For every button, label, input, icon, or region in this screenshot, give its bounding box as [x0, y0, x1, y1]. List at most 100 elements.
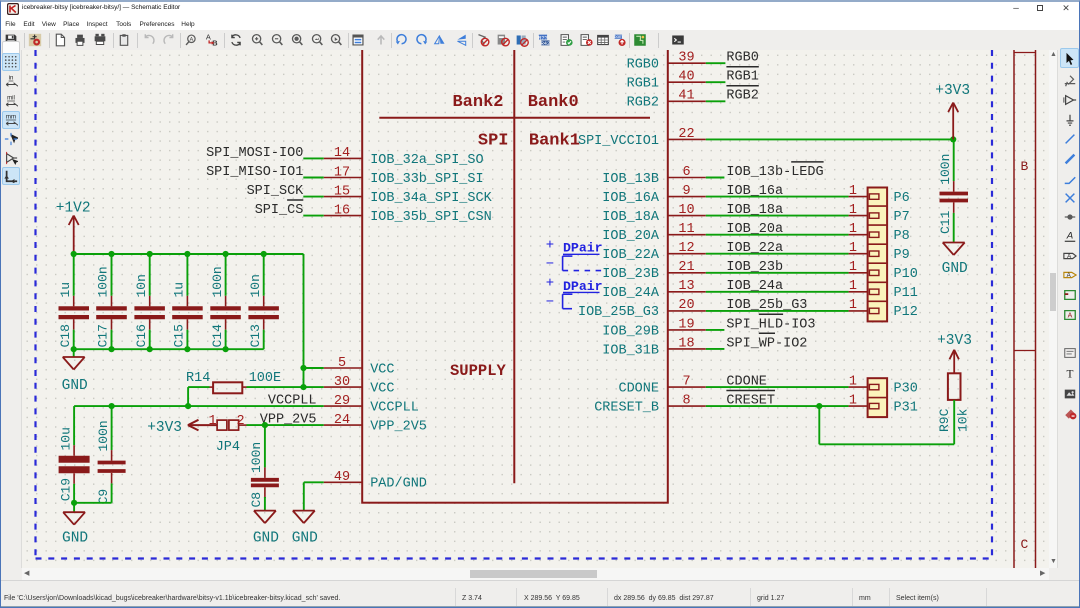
svg-text:RGB0: RGB0 [726, 51, 758, 66]
svg-text:A: A [1067, 313, 1072, 320]
svg-text:DPair: DPair [563, 241, 603, 256]
svg-text:SPI: SPI [478, 132, 509, 151]
svg-text:100n: 100n [96, 266, 111, 297]
svg-text:17: 17 [334, 165, 350, 180]
svg-text:R14: R14 [186, 371, 210, 386]
svg-text:VPP_2V5: VPP_2V5 [260, 413, 317, 428]
svg-text:IOB_22A: IOB_22A [602, 248, 660, 263]
svg-text:1u: 1u [172, 282, 187, 298]
svg-text:RGB1: RGB1 [726, 70, 758, 85]
svg-text:RGB2: RGB2 [726, 89, 758, 104]
svg-text:+: + [546, 276, 554, 292]
svg-text:22: 22 [678, 127, 694, 142]
svg-text:DPair: DPair [563, 279, 603, 294]
svg-text:IOB_18A: IOB_18A [602, 210, 660, 225]
svg-text:15: 15 [334, 184, 350, 199]
svg-text:SPI_MISO-IO1: SPI_MISO-IO1 [206, 165, 303, 180]
svg-text:JP4: JP4 [216, 440, 240, 455]
svg-text:A: A [206, 33, 211, 42]
svg-text:IOB_34a_SPI_SCK: IOB_34a_SPI_SCK [370, 191, 492, 206]
svg-text:P30: P30 [894, 381, 918, 396]
svg-text:1: 1 [849, 374, 857, 389]
svg-text:VCC: VCC [370, 381, 394, 396]
svg-text:R42: R42 [541, 41, 551, 47]
svg-text:CDONE: CDONE [726, 374, 767, 389]
svg-text:+3V3: +3V3 [937, 333, 972, 349]
svg-text:C16: C16 [134, 324, 149, 347]
svg-text:IOB_25b_G3: IOB_25b_G3 [726, 298, 807, 313]
svg-text:P7: P7 [894, 210, 910, 225]
svg-text:mm: mm [6, 114, 16, 121]
svg-text:IOB_32a_SPI_SO: IOB_32a_SPI_SO [370, 153, 483, 168]
svg-text:T: T [1066, 368, 1073, 380]
svg-text:Bank1: Bank1 [529, 132, 580, 151]
svg-text:16: 16 [334, 203, 350, 218]
svg-text:VCC: VCC [370, 362, 394, 377]
svg-text:CRESET_B: CRESET_B [594, 401, 659, 416]
svg-text:A: A [1065, 231, 1072, 242]
svg-text:P10: P10 [894, 267, 918, 282]
svg-text:100n: 100n [210, 266, 225, 297]
svg-text:IOB_29B: IOB_29B [602, 324, 659, 339]
svg-text:IOB_24A: IOB_24A [602, 286, 660, 301]
svg-text:1: 1 [849, 298, 857, 313]
svg-text:Bank2: Bank2 [452, 93, 503, 112]
svg-text:IOB_20A: IOB_20A [602, 229, 660, 244]
svg-text:C18: C18 [58, 324, 73, 347]
svg-text:5: 5 [338, 356, 346, 371]
svg-text:SPI_WP-IO2: SPI_WP-IO2 [726, 336, 807, 351]
svg-text:2: 2 [237, 414, 245, 429]
svg-text:SPI_VCCIO1: SPI_VCCIO1 [578, 134, 659, 149]
svg-text:30: 30 [334, 375, 350, 390]
svg-text:−: − [546, 257, 554, 273]
svg-text:9: 9 [682, 184, 690, 199]
svg-text:SUPPLY: SUPPLY [450, 362, 507, 380]
svg-text:1: 1 [849, 184, 857, 199]
svg-text:VCCPLL: VCCPLL [370, 401, 419, 416]
svg-text:SPI_HLD-IO3: SPI_HLD-IO3 [726, 317, 815, 332]
svg-text:P11: P11 [894, 286, 918, 301]
svg-text:CRESET: CRESET [726, 394, 775, 409]
svg-text:P8: P8 [894, 229, 910, 244]
svg-text:IOB_20a: IOB_20a [726, 222, 783, 237]
svg-text:21: 21 [678, 260, 694, 275]
svg-text:IOB_35b_SPI_CSN: IOB_35b_SPI_CSN [370, 210, 492, 225]
svg-text:41: 41 [678, 89, 694, 104]
svg-text:29: 29 [334, 394, 350, 409]
svg-text:IOB_18a: IOB_18a [726, 203, 783, 218]
svg-text:IOB_25B_G3: IOB_25B_G3 [578, 305, 659, 320]
svg-text:1: 1 [849, 222, 857, 237]
svg-text:11: 11 [678, 222, 694, 237]
svg-text:1: 1 [849, 260, 857, 275]
svg-text:P9: P9 [894, 248, 910, 263]
svg-text:P6: P6 [894, 191, 910, 206]
svg-text:RGB0: RGB0 [627, 58, 659, 73]
svg-text:7: 7 [682, 374, 690, 389]
svg-text:13: 13 [678, 279, 694, 294]
svg-text:in: in [9, 75, 14, 82]
svg-text:IOB_23b: IOB_23b [726, 260, 783, 275]
svg-text:14: 14 [334, 146, 350, 161]
svg-text:−: − [546, 295, 554, 311]
svg-text:RGB1: RGB1 [627, 77, 659, 92]
svg-text:IOB_33b_SPI_SI: IOB_33b_SPI_SI [370, 172, 483, 187]
svg-text:10n: 10n [248, 274, 263, 297]
svg-text:+3V3: +3V3 [147, 420, 182, 436]
svg-text:PAD/GND: PAD/GND [370, 477, 427, 492]
svg-text:SPI_MOSI-IO0: SPI_MOSI-IO0 [206, 146, 303, 161]
svg-text:bom: bom [614, 34, 623, 39]
svg-text:IOB_16a: IOB_16a [726, 184, 783, 199]
svg-text:100E: 100E [249, 371, 281, 386]
svg-text:1: 1 [208, 414, 216, 429]
svg-text:49: 49 [334, 470, 350, 485]
svg-text:GND: GND [62, 531, 88, 547]
svg-text:10u: 10u [58, 427, 73, 450]
svg-text:C8: C8 [249, 492, 264, 508]
svg-text:IOB_22a: IOB_22a [726, 241, 783, 256]
svg-text:39: 39 [678, 51, 694, 66]
svg-text:1: 1 [849, 394, 857, 409]
svg-text:10: 10 [678, 203, 694, 218]
svg-text:SPI_SCK: SPI_SCK [247, 184, 305, 199]
svg-text:P12: P12 [894, 305, 918, 320]
svg-text:B: B [1021, 159, 1029, 174]
